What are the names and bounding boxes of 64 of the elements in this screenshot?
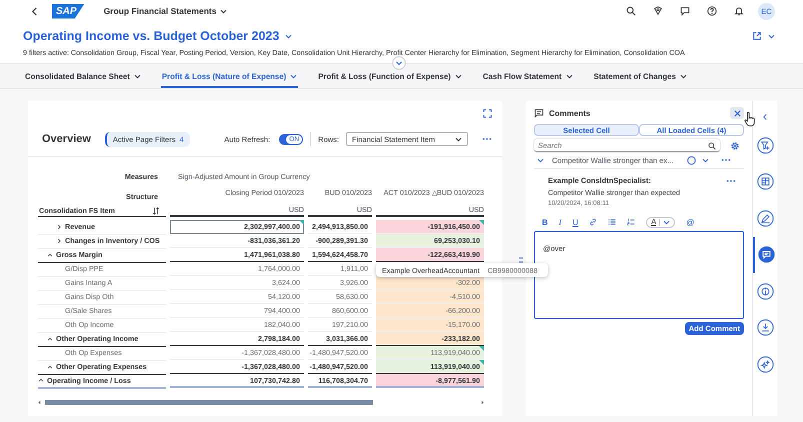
search-icon[interactable] <box>708 142 716 150</box>
pen-icon[interactable] <box>756 210 774 227</box>
info-icon[interactable] <box>756 282 774 300</box>
fullscreen-icon[interactable] <box>483 108 492 118</box>
underline-button[interactable]: U <box>572 218 578 226</box>
close-icon <box>734 110 740 116</box>
numbered-list-icon[interactable] <box>627 218 636 226</box>
caret-icon <box>455 136 462 142</box>
caret-icon[interactable] <box>702 158 710 162</box>
more-icon[interactable] <box>721 158 732 162</box>
caret-icon <box>663 220 670 224</box>
settings-icon[interactable] <box>730 140 740 150</box>
bell-icon[interactable] <box>734 6 744 16</box>
caret-icon <box>454 74 462 78</box>
table-icon[interactable] <box>756 173 774 190</box>
app-title[interactable]: Group Financial Statements <box>104 6 216 16</box>
expand-toggle-icon[interactable] <box>56 224 62 230</box>
caret-icon <box>566 74 573 78</box>
help-icon[interactable] <box>707 6 717 16</box>
status-circle-icon[interactable] <box>687 156 696 164</box>
download-icon[interactable] <box>756 319 774 336</box>
search-icon[interactable] <box>626 6 636 16</box>
section-title: Overview <box>42 133 91 145</box>
sort-icon[interactable] <box>152 206 160 214</box>
back-icon[interactable] <box>31 6 38 16</box>
caret-icon <box>290 74 298 78</box>
page-title: Operating Income vs. Budget October 2023 <box>23 29 280 43</box>
expand-toggle-icon[interactable] <box>537 158 544 162</box>
filter-icon[interactable] <box>756 136 774 154</box>
comment-marker-icon <box>299 220 304 225</box>
expand-toggle-icon[interactable] <box>56 238 62 244</box>
scroll-right-icon[interactable] <box>481 400 484 404</box>
collapse-header-button[interactable] <box>392 56 406 70</box>
caret-icon <box>680 74 687 78</box>
sparkle-icon[interactable] <box>756 356 774 373</box>
expand-toggle-icon[interactable] <box>47 364 53 370</box>
expand-toggle-icon[interactable] <box>47 336 53 342</box>
close-button[interactable] <box>730 107 744 119</box>
share-icon[interactable] <box>752 31 762 41</box>
expand-toggle-icon[interactable] <box>38 377 44 383</box>
comment-icon <box>534 108 544 118</box>
link-icon[interactable] <box>589 218 598 226</box>
more-icon[interactable] <box>482 137 492 141</box>
sap-logo[interactable]: SAP <box>52 4 85 18</box>
collapse-icon[interactable] <box>762 113 768 121</box>
panel-title: Comments <box>549 108 590 118</box>
bullet-list-icon[interactable] <box>608 218 616 226</box>
caret-icon[interactable] <box>285 34 292 38</box>
comment-marker-icon <box>479 220 484 225</box>
hand-cursor-icon <box>744 111 756 127</box>
comment-marker-icon <box>479 346 484 351</box>
mention-button[interactable]: @ <box>686 218 694 226</box>
comments-icon[interactable] <box>758 246 774 264</box>
horizontal-scrollbar[interactable] <box>38 398 484 406</box>
more-icon[interactable] <box>726 178 736 182</box>
bold-button[interactable]: B <box>542 218 548 226</box>
italic-button[interactable]: I <box>558 218 562 226</box>
caret-icon[interactable] <box>768 34 775 38</box>
caret-icon[interactable] <box>220 8 228 14</box>
scroll-left-icon[interactable] <box>38 400 41 404</box>
comment-marker-icon <box>479 360 484 365</box>
chat-icon[interactable] <box>680 6 690 16</box>
caret-icon <box>134 74 141 78</box>
expand-toggle-icon[interactable] <box>47 252 53 258</box>
